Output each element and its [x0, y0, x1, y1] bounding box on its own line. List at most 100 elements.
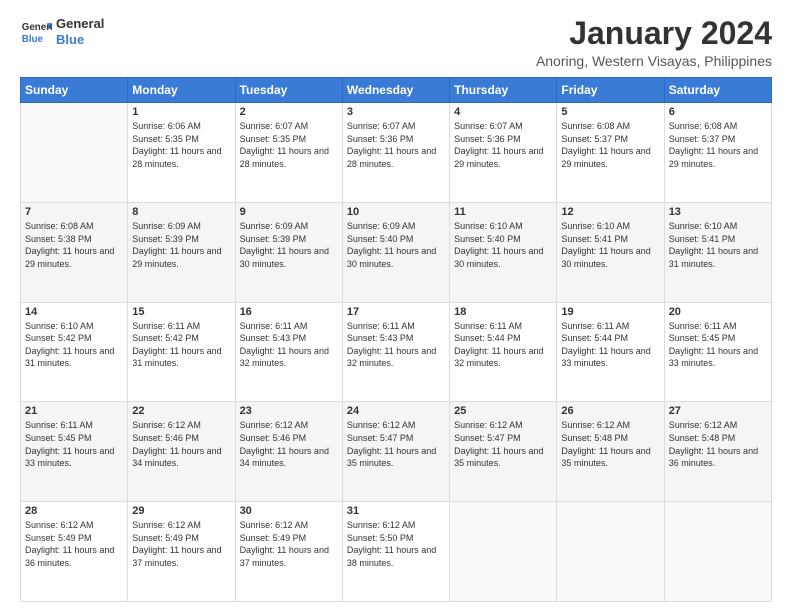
day-info: Sunrise: 6:10 AMSunset: 5:41 PMDaylight:… [561, 220, 659, 270]
day-number: 1 [132, 106, 230, 118]
day-number: 22 [132, 405, 230, 417]
day-number: 13 [669, 206, 767, 218]
day-number: 31 [347, 505, 445, 517]
day-number: 20 [669, 306, 767, 318]
day-number: 10 [347, 206, 445, 218]
calendar-day-cell: 20 Sunrise: 6:11 AMSunset: 5:45 PMDayligh… [664, 302, 771, 402]
calendar-day-header: Wednesday [342, 78, 449, 103]
day-info: Sunrise: 6:07 AMSunset: 5:36 PMDaylight:… [454, 120, 552, 170]
calendar-day-cell: 30 Sunrise: 6:12 AMSunset: 5:49 PMDayligh… [235, 502, 342, 602]
day-info: Sunrise: 6:12 AMSunset: 5:48 PMDaylight:… [669, 419, 767, 469]
day-number: 24 [347, 405, 445, 417]
day-info: Sunrise: 6:09 AMSunset: 5:39 PMDaylight:… [132, 220, 230, 270]
calendar-day-cell: 28Sunrise: 6:12 AMSunset: 5:49 PMDayligh… [21, 502, 128, 602]
main-title: January 2024 [536, 16, 772, 51]
calendar-day-cell: 26Sunrise: 6:12 AMSunset: 5:48 PMDayligh… [557, 402, 664, 502]
day-info: Sunrise: 6:09 AMSunset: 5:39 PMDaylight:… [240, 220, 338, 270]
subtitle: Anoring, Western Visayas, Philippines [536, 53, 772, 69]
day-info: Sunrise: 6:11 AMSunset: 5:43 PMDaylight:… [347, 320, 445, 370]
logo-icon: General Blue [20, 16, 52, 48]
calendar-header-row: SundayMondayTuesdayWednesdayThursdayFrid… [21, 78, 772, 103]
calendar-day-cell: 8 Sunrise: 6:09 AMSunset: 5:39 PMDaylight… [128, 202, 235, 302]
day-info: Sunrise: 6:12 AMSunset: 5:50 PMDaylight:… [347, 519, 445, 569]
day-info: Sunrise: 6:11 AMSunset: 5:45 PMDaylight:… [669, 320, 767, 370]
day-info: Sunrise: 6:10 AMSunset: 5:41 PMDaylight:… [669, 220, 767, 270]
calendar-week-row: 7 Sunrise: 6:08 AMSunset: 5:38 PMDaylight… [21, 202, 772, 302]
day-number: 7 [25, 206, 123, 218]
page: General Blue General Blue January 2024 A… [0, 0, 792, 612]
day-info: Sunrise: 6:06 AMSunset: 5:35 PMDaylight:… [132, 120, 230, 170]
calendar-day-cell: 10 Sunrise: 6:09 AMSunset: 5:40 PMDayligh… [342, 202, 449, 302]
day-number: 29 [132, 505, 230, 517]
calendar-table: SundayMondayTuesdayWednesdayThursdayFrid… [20, 77, 772, 602]
calendar-day-header: Saturday [664, 78, 771, 103]
calendar-day-cell: 15 Sunrise: 6:11 AMSunset: 5:42 PMDayligh… [128, 302, 235, 402]
day-info: Sunrise: 6:11 AMSunset: 5:44 PMDaylight:… [561, 320, 659, 370]
calendar-day-cell: 23Sunrise: 6:12 AMSunset: 5:46 PMDayligh… [235, 402, 342, 502]
calendar-day-cell: 18 Sunrise: 6:11 AMSunset: 5:44 PMDayligh… [450, 302, 557, 402]
day-info: Sunrise: 6:10 AMSunset: 5:40 PMDaylight:… [454, 220, 552, 270]
calendar-day-cell: 22Sunrise: 6:12 AMSunset: 5:46 PMDayligh… [128, 402, 235, 502]
calendar-day-cell: 1 Sunrise: 6:06 AMSunset: 5:35 PMDaylight… [128, 103, 235, 203]
day-number: 12 [561, 206, 659, 218]
calendar-day-cell: 24Sunrise: 6:12 AMSunset: 5:47 PMDayligh… [342, 402, 449, 502]
header: General Blue General Blue January 2024 A… [20, 16, 772, 69]
day-info: Sunrise: 6:07 AMSunset: 5:36 PMDaylight:… [347, 120, 445, 170]
calendar-day-cell: 5 Sunrise: 6:08 AMSunset: 5:37 PMDaylight… [557, 103, 664, 203]
day-number: 8 [132, 206, 230, 218]
calendar-day-cell: 13 Sunrise: 6:10 AMSunset: 5:41 PMDayligh… [664, 202, 771, 302]
calendar-day-cell: 14Sunrise: 6:10 AMSunset: 5:42 PMDayligh… [21, 302, 128, 402]
calendar-day-cell: 31 Sunrise: 6:12 AMSunset: 5:50 PMDayligh… [342, 502, 449, 602]
day-number: 9 [240, 206, 338, 218]
logo-line2: Blue [56, 32, 104, 48]
day-info: Sunrise: 6:12 AMSunset: 5:47 PMDaylight:… [454, 419, 552, 469]
day-number: 26 [561, 405, 659, 417]
day-number: 15 [132, 306, 230, 318]
calendar-day-cell: 11 Sunrise: 6:10 AMSunset: 5:40 PMDayligh… [450, 202, 557, 302]
day-info: Sunrise: 6:08 AMSunset: 5:37 PMDaylight:… [561, 120, 659, 170]
calendar-day-cell: 25 Sunrise: 6:12 AMSunset: 5:47 PMDayligh… [450, 402, 557, 502]
calendar-day-header: Tuesday [235, 78, 342, 103]
svg-text:Blue: Blue [22, 34, 44, 45]
day-number: 19 [561, 306, 659, 318]
day-number: 2 [240, 106, 338, 118]
calendar-week-row: 21Sunrise: 6:11 AMSunset: 5:45 PMDayligh… [21, 402, 772, 502]
calendar-day-cell: 17 Sunrise: 6:11 AMSunset: 5:43 PMDayligh… [342, 302, 449, 402]
day-info: Sunrise: 6:07 AMSunset: 5:35 PMDaylight:… [240, 120, 338, 170]
calendar-day-cell: 6Sunrise: 6:08 AMSunset: 5:37 PMDaylight… [664, 103, 771, 203]
day-info: Sunrise: 6:12 AMSunset: 5:46 PMDaylight:… [240, 419, 338, 469]
calendar-week-row: 1 Sunrise: 6:06 AMSunset: 5:35 PMDaylight… [21, 103, 772, 203]
day-info: Sunrise: 6:09 AMSunset: 5:40 PMDaylight:… [347, 220, 445, 270]
day-number: 30 [240, 505, 338, 517]
day-number: 17 [347, 306, 445, 318]
day-info: Sunrise: 6:11 AMSunset: 5:42 PMDaylight:… [132, 320, 230, 370]
day-info: Sunrise: 6:12 AMSunset: 5:49 PMDaylight:… [132, 519, 230, 569]
calendar-day-header: Thursday [450, 78, 557, 103]
day-number: 4 [454, 106, 552, 118]
calendar-day-cell: 3 Sunrise: 6:07 AMSunset: 5:36 PMDaylight… [342, 103, 449, 203]
day-number: 11 [454, 206, 552, 218]
day-number: 28 [25, 505, 123, 517]
day-info: Sunrise: 6:10 AMSunset: 5:42 PMDaylight:… [25, 320, 123, 370]
day-number: 16 [240, 306, 338, 318]
day-number: 3 [347, 106, 445, 118]
day-info: Sunrise: 6:08 AMSunset: 5:37 PMDaylight:… [669, 120, 767, 170]
calendar-day-cell [21, 103, 128, 203]
day-number: 5 [561, 106, 659, 118]
calendar-day-cell: 12 Sunrise: 6:10 AMSunset: 5:41 PMDayligh… [557, 202, 664, 302]
day-info: Sunrise: 6:12 AMSunset: 5:49 PMDaylight:… [240, 519, 338, 569]
calendar-day-header: Monday [128, 78, 235, 103]
calendar-day-cell [664, 502, 771, 602]
day-info: Sunrise: 6:08 AMSunset: 5:38 PMDaylight:… [25, 220, 123, 270]
day-info: Sunrise: 6:11 AMSunset: 5:45 PMDaylight:… [25, 419, 123, 469]
calendar-day-cell [557, 502, 664, 602]
day-number: 27 [669, 405, 767, 417]
day-number: 18 [454, 306, 552, 318]
title-area: January 2024 Anoring, Western Visayas, P… [536, 16, 772, 69]
calendar-day-cell: 19 Sunrise: 6:11 AMSunset: 5:44 PMDayligh… [557, 302, 664, 402]
calendar-week-row: 14Sunrise: 6:10 AMSunset: 5:42 PMDayligh… [21, 302, 772, 402]
day-number: 25 [454, 405, 552, 417]
calendar-day-cell [450, 502, 557, 602]
day-info: Sunrise: 6:11 AMSunset: 5:44 PMDaylight:… [454, 320, 552, 370]
calendar-week-row: 28 Sunrise: 6:12 AMSunset: 5:49 PMDayligh… [21, 502, 772, 602]
